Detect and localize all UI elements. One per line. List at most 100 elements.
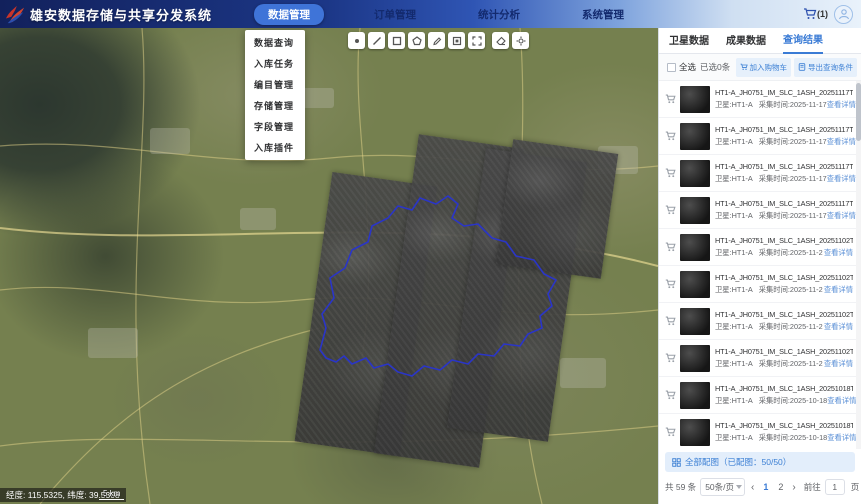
list-item[interactable]: HT1-A_JH0751_IM_SLC_1ASH_20251117T110539… <box>659 118 861 155</box>
rectangle-tool[interactable] <box>388 32 405 49</box>
view-details-link[interactable]: 查看详情 <box>827 100 856 110</box>
scene-thumbnail <box>680 271 710 298</box>
row-cart-icon[interactable] <box>663 242 677 252</box>
map-canvas[interactable]: 数据查询 入库任务 编目管理 存储管理 字段管理 入库插件 <box>0 28 658 504</box>
nav-data-management[interactable]: 数据管理 <box>254 4 324 25</box>
prev-page-button[interactable]: ‹ <box>749 482 756 493</box>
satellite-label: 卫星:HT1-A <box>715 100 753 110</box>
extent-tool[interactable] <box>468 32 485 49</box>
view-details-link[interactable]: 查看详情 <box>824 248 853 258</box>
import-shape-tool[interactable] <box>448 32 465 49</box>
acquisition-time: 采集时间:2025-10-18 <box>759 433 828 443</box>
tab-satellite-data[interactable]: 卫星数据 <box>669 32 709 53</box>
list-item[interactable]: HT1-A_JH0751_IM_SLC_1ASH_20251018T110535… <box>659 377 861 414</box>
draw-tool[interactable] <box>428 32 445 49</box>
match-all-button[interactable]: 全部配图（已配图：50/50） <box>665 452 855 472</box>
menu-item-storage-mgmt[interactable]: 存储管理 <box>245 95 305 116</box>
line-tool[interactable] <box>368 32 385 49</box>
eraser-tool[interactable] <box>492 32 509 49</box>
point-tool[interactable] <box>348 32 365 49</box>
acquisition-time: 采集时间:2025-11-17 <box>759 137 827 147</box>
list-item[interactable]: HT1-A_JH0751_IM_SLC_1ASH_20251102T110536… <box>659 303 861 340</box>
list-item[interactable]: HT1-A_JH0751_IM_SLC_1ASH_20251102T110539… <box>659 229 861 266</box>
scene-thumbnail <box>680 234 710 261</box>
cart-icon <box>803 8 817 20</box>
list-item[interactable]: HT1-A_JH0751_IM_SLC_1ASH_20251117T110536… <box>659 81 861 118</box>
scene-id: HT1-A_JH0751_IM_SLC_1ASH_20251102T110542… <box>715 273 853 282</box>
user-avatar[interactable] <box>834 5 853 24</box>
list-scrollbar[interactable] <box>856 81 861 449</box>
select-all-checkbox[interactable] <box>667 63 676 72</box>
tab-product-data[interactable]: 成果数据 <box>726 32 766 53</box>
scene-thumbnail <box>680 419 710 446</box>
nav-order-management[interactable]: 订单管理 <box>362 5 428 24</box>
view-details-link[interactable]: 查看详情 <box>827 174 856 184</box>
satellite-label: 卫星:HT1-A <box>715 174 753 184</box>
view-details-link[interactable]: 查看详情 <box>827 211 856 221</box>
add-to-cart-button[interactable]: 加入购物车 <box>736 58 792 77</box>
list-item[interactable]: HT1-A_JH0751_IM_SLC_1ASH_20251117T110545… <box>659 192 861 229</box>
scene-id: HT1-A_JH0751_IM_SLC_1ASH_20251117T110539… <box>715 125 853 134</box>
view-details-link[interactable]: 查看详情 <box>827 433 856 443</box>
list-item[interactable]: HT1-A_JH0751_IM_SLC_1ASH_20251102T110542… <box>659 266 861 303</box>
row-cart-icon[interactable] <box>663 316 677 326</box>
settings-tool[interactable] <box>512 32 529 49</box>
acquisition-time: 采集时间:2025-11-17 <box>759 174 827 184</box>
eraser-icon <box>496 36 506 46</box>
next-page-button[interactable]: › <box>790 482 797 493</box>
satellite-label: 卫星:HT1-A <box>715 285 753 295</box>
scene-id: HT1-A_JH0751_IM_SLC_1ASH_20251117T110545… <box>715 199 853 208</box>
view-details-link[interactable]: 查看详情 <box>824 322 853 332</box>
page-number-2[interactable]: 2 <box>775 482 786 492</box>
grid-icon <box>672 458 681 467</box>
satellite-label: 卫星:HT1-A <box>715 433 753 443</box>
scene-id: HT1-A_JH0751_IM_SLC_1ASH_20251102T110536… <box>715 310 853 319</box>
gear-icon <box>516 36 526 46</box>
per-page-select[interactable]: 50条/页 <box>700 478 745 496</box>
goto-page-input[interactable] <box>825 479 845 495</box>
polygon-tool[interactable] <box>408 32 425 49</box>
rectangle-icon <box>392 36 402 46</box>
menu-item-ingest-plugin[interactable]: 入库插件 <box>245 137 305 158</box>
scene-thumbnail <box>680 86 710 113</box>
scene-id: HT1-A_JH0751_IM_SLC_1ASH_20251102T110539… <box>715 236 853 245</box>
menu-item-data-query[interactable]: 数据查询 <box>245 32 305 53</box>
list-item[interactable]: HT1-A_JH0751_IM_SLC_1ASH_20251018T110538… <box>659 414 861 449</box>
app-logo-icon <box>4 4 26 24</box>
selected-count: 已选0条 <box>700 61 730 73</box>
menu-item-field-mgmt[interactable]: 字段管理 <box>245 116 305 137</box>
document-icon <box>798 63 806 71</box>
view-details-link[interactable]: 查看详情 <box>824 285 853 295</box>
view-details-link[interactable]: 查看详情 <box>827 137 856 147</box>
row-cart-icon[interactable] <box>663 205 677 215</box>
match-all-label: 全部配图（已配图：50/50） <box>685 456 791 468</box>
scene-thumbnail <box>680 345 710 372</box>
page-number-1[interactable]: 1 <box>760 482 771 492</box>
row-cart-icon[interactable] <box>663 279 677 289</box>
row-cart-icon[interactable] <box>663 353 677 363</box>
export-query-button[interactable]: 导出查询条件 <box>794 58 857 77</box>
row-cart-icon[interactable] <box>663 427 677 437</box>
nav-system-management[interactable]: 系统管理 <box>570 5 636 24</box>
acquisition-time: 采集时间:2025-11-17 <box>759 100 827 110</box>
row-cart-icon[interactable] <box>663 131 677 141</box>
panel-tabs: 卫星数据 成果数据 查询结果 <box>659 28 861 54</box>
list-item[interactable]: HT1-A_JH0751_IM_SLC_1ASH_20251102T110545… <box>659 340 861 377</box>
nav-statistics[interactable]: 统计分析 <box>466 5 532 24</box>
view-details-link[interactable]: 查看详情 <box>824 359 853 369</box>
cart-count-badge: (1) <box>817 9 828 19</box>
results-panel: 卫星数据 成果数据 查询结果 全选 已选0条 加入购物车 导出查询条件 <box>658 28 861 504</box>
menu-item-catalog-mgmt[interactable]: 编目管理 <box>245 74 305 95</box>
list-item[interactable]: HT1-A_JH0751_IM_SLC_1ASH_20251117T110542… <box>659 155 861 192</box>
tab-query-results[interactable]: 查询结果 <box>783 31 823 54</box>
map-toolbar <box>348 32 529 49</box>
menu-item-ingest-task[interactable]: 入库任务 <box>245 53 305 74</box>
view-details-link[interactable]: 查看详情 <box>827 396 856 406</box>
header-cart-button[interactable]: (1) <box>803 8 828 20</box>
pagination: 共 59 条 50条/页 ‹ 1 2 › 前往 页 <box>659 474 861 504</box>
scrollbar-thumb[interactable] <box>856 83 861 141</box>
row-cart-icon[interactable] <box>663 390 677 400</box>
row-cart-icon[interactable] <box>663 94 677 104</box>
acquisition-time: 采集时间:2025-10-18 <box>759 396 828 406</box>
row-cart-icon[interactable] <box>663 168 677 178</box>
